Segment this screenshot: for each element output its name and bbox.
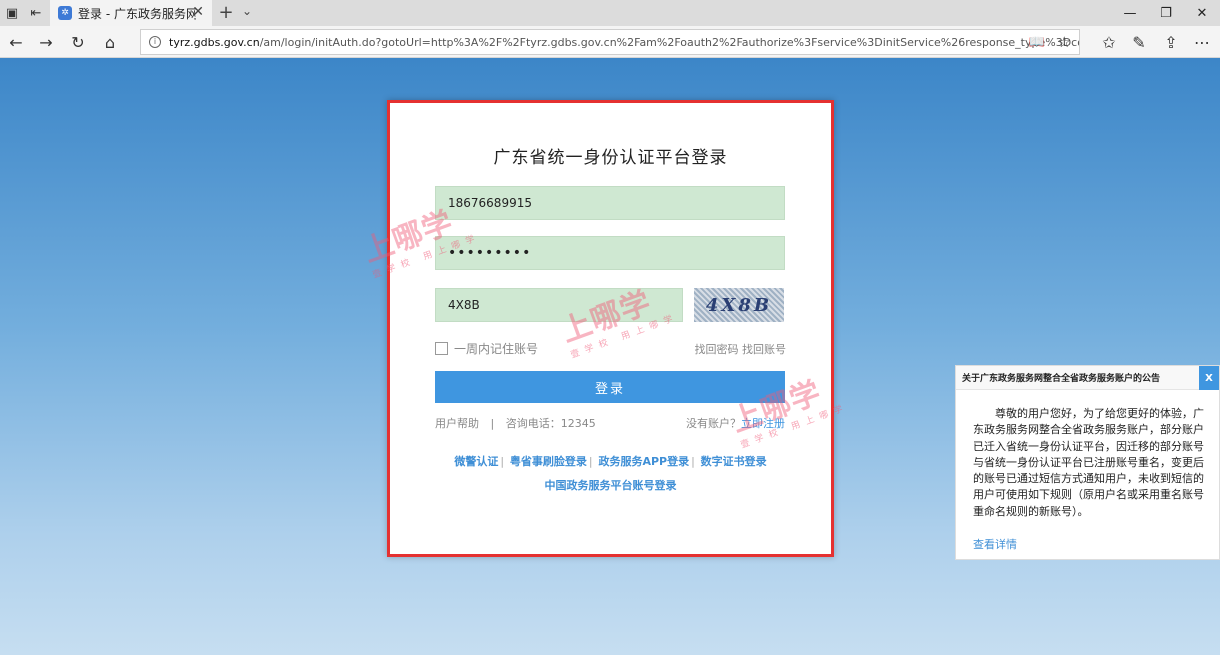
notice-panel: 关于广东政务服务网整合全省政务服务账户的公告 X 尊敬的用户您好，为了给您更好的… [955,365,1220,560]
captcha-input[interactable]: 4X8B [435,288,683,322]
site-favicon-icon: ✲ [58,6,72,20]
divider: | [691,455,695,468]
password-value: ••••••••• [448,245,532,261]
login-title: 广东省统一身份认证平台登录 [493,148,728,168]
username-input[interactable]: 18676689915 [435,186,785,220]
home-icon[interactable]: ⌂ [98,30,122,54]
remember-account[interactable]: 一周内记住账号 [435,340,538,357]
forward-icon[interactable]: → [34,30,58,54]
forgot-links[interactable]: 找回密码 找回账号 [695,341,787,357]
tab-actions-icon[interactable]: ▣ [0,0,24,26]
register-link[interactable]: 立即注册 [741,417,785,430]
back-icon[interactable]: ← [4,30,28,54]
alt-login-wechat-police[interactable]: 微警认证 [454,455,498,468]
tab-close-icon[interactable]: ✕ [192,4,204,20]
minimize-icon[interactable]: — [1112,0,1148,26]
address-bar[interactable]: i tyrz.gdbs.gov.cn/am/login/initAuth.do?… [140,29,1080,55]
share-icon[interactable]: ⇪ [1159,30,1183,54]
alt-login-app[interactable]: 政务服务APP登录 [598,455,689,468]
login-button[interactable]: 登录 [435,371,785,403]
address-url: tyrz.gdbs.gov.cn/am/login/initAuth.do?go… [169,35,1079,49]
tab-list-chevron-icon[interactable]: ⌄ [242,4,252,18]
pen-icon[interactable]: ✎ [1127,30,1151,54]
alt-login-links: 微警认证 | 粤省事刷脸登录 | 政务服务APP登录 | 数字证书登录 [390,453,831,469]
reading-view-icon[interactable]: 📖 [1029,35,1045,50]
browser-navbar: ← → ↻ ⌂ i tyrz.gdbs.gov.cn/am/login/init… [0,26,1220,58]
maximize-icon[interactable]: ❐ [1148,0,1184,26]
set-aside-tabs-icon[interactable]: ⇤ [24,0,48,26]
hotline-text: 咨询电话：12345 [505,417,596,430]
notice-body: 尊敬的用户您好，为了给您更好的体验，广东政务服务网整合全省政务服务账户，部分账户… [973,407,1204,518]
password-input[interactable]: ••••••••• [435,236,785,270]
refresh-icon[interactable]: ↻ [66,30,90,54]
tab-title: 登录 - 广东政务服务网 [78,6,196,21]
remember-label: 一周内记住账号 [454,342,539,356]
national-login-link[interactable]: 中国政务服务平台账号登录 [390,477,831,493]
browser-tab[interactable]: ✲ 登录 - 广东政务服务网 ✕ [50,0,212,26]
divider: | [490,417,495,430]
user-help-link[interactable]: 用户帮助 [435,417,479,430]
alt-login-certificate[interactable]: 数字证书登录 [701,455,767,468]
login-panel: 广东省统一身份认证平台登录 18676689915 ••••••••• 4X8B… [387,100,834,557]
alt-login-face[interactable]: 粤省事刷脸登录 [510,455,587,468]
page-background: 广东省统一身份认证平台登录 18676689915 ••••••••• 4X8B… [0,58,1220,655]
captcha-image[interactable]: 4X8B [694,288,784,322]
window-close-icon[interactable]: ✕ [1184,0,1220,26]
captcha-value: 4X8B [448,298,480,312]
divider: | [500,455,505,468]
notice-close-button[interactable]: X [1199,366,1219,390]
divider: | [588,455,593,468]
notice-more-link[interactable]: 查看详情 [973,536,1017,552]
register-area: 没有账户？立即注册 [686,415,785,431]
remember-checkbox[interactable] [435,342,448,355]
favorite-star-icon[interactable]: ☆ [1058,33,1071,51]
more-icon[interactable]: ⋯ [1190,30,1214,54]
help-line: 用户帮助 | 咨询电话：12345 没有账户？立即注册 [435,415,785,431]
favorites-icon[interactable]: ✩ [1097,30,1121,54]
site-info-icon[interactable]: i [149,36,161,48]
no-account-text: 没有账户？ [686,417,741,430]
notice-title: 关于广东政务服务网整合全省政务服务账户的公告 [956,366,1219,390]
username-value: 18676689915 [448,196,532,210]
new-tab-icon[interactable]: + [216,2,236,23]
